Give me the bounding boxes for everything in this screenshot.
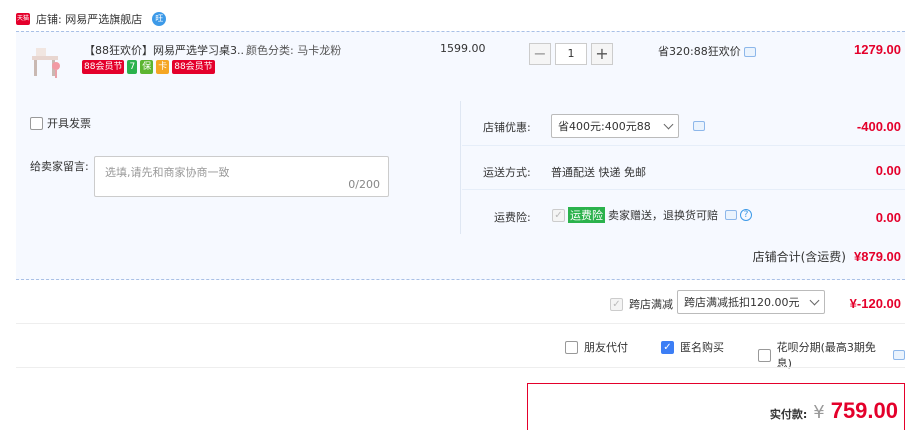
payment-summary: 实付款: ¥ 759.00 [527,383,905,430]
payment-amount: 759.00 [830,398,898,423]
cross-store-amount: ¥-120.00 [849,296,901,311]
shop-coupon-amount: -400.00 [856,119,901,134]
message-textarea[interactable]: 选填,请先和商家协商一致 0/200 [94,156,389,197]
unit-price: 1599.00 [440,42,486,55]
insurance-tag: 运费险 [568,207,605,223]
quantity-minus-button[interactable]: − [529,43,551,65]
cross-store-checkbox: ✓ [610,297,623,311]
cross-store-option: ✓ 跨店满减 [610,296,673,312]
insurance-checkbox: ✓ [552,208,565,222]
divider [16,367,905,368]
wangwang-chat-icon[interactable]: 旺 [152,12,167,26]
discount-note: 省320:88狂欢价 [658,43,757,59]
shipping-label: 运送方式: [483,166,531,179]
discount-note-text: 省320:88狂欢价 [658,45,741,58]
payment-label: 实付款: [769,408,808,421]
cross-store-value: 跨店满减抵扣120.00元 [684,296,800,309]
message-label: 给卖家留言: [30,160,89,173]
seven-day-return-badge: 7 [127,60,138,74]
invoice-option[interactable]: 开具发票 [30,115,91,131]
divider [462,189,905,190]
product-row: 【88狂欢价】网易严选学习桌3... 88会员节 7 保 卡 88会员节 颜色分… [16,31,905,101]
pay-option-anonymous[interactable]: ✓ 匿名购买 [661,339,724,355]
chevron-down-icon [809,295,820,305]
shop-total-label: 店铺合计(含运费) [752,250,846,264]
member-day-badge-2: 88会员节 [172,60,215,74]
cross-store-label: 跨店满减 [629,298,673,311]
anonymous-checkbox[interactable]: ✓ [661,340,674,354]
product-option: 颜色分类: 马卡龙粉 [246,44,342,57]
message-placeholder: 选填,请先和商家协商一致 [105,166,230,179]
chevron-down-icon [663,119,674,129]
item-subtotal: 1279.00 [854,42,901,57]
message-counter: 0/200 [348,178,380,191]
invoice-checkbox[interactable] [30,116,43,130]
message-icon[interactable] [744,47,757,57]
shop-name[interactable]: 店铺: 网易严选旗舰店 [36,11,142,27]
product-badges: 88会员节 7 保 卡 88会员节 [82,60,215,74]
shipping-value: 普通配送 快递 免邮 [551,166,646,179]
product-thumbnail[interactable] [30,44,62,84]
pay-option-friend[interactable]: 朋友代付 [565,339,628,355]
coupon-info-icon[interactable] [693,121,705,131]
shop-total-row: 店铺合计(含运费) ¥879.00 [16,234,905,280]
divider [462,145,905,146]
shop-coupon-label: 店铺优惠: [483,121,531,134]
cross-store-select[interactable]: 跨店满减抵扣120.00元 [677,290,825,314]
shop-coupon-value: 省400元:400元88 [558,120,651,133]
friend-pay-checkbox[interactable] [565,340,578,354]
insurance-desc: 卖家赠送，退换货可赔 [608,209,718,222]
member-day-badge: 88会员节 [82,60,125,74]
message-icon[interactable] [725,210,737,220]
divider [16,323,905,324]
huabei-checkbox[interactable] [758,348,771,362]
card-payment-badge: 卡 [156,60,170,74]
guarantee-badge: 保 [140,60,154,74]
options-left-panel: 开具发票 给卖家留言: 选填,请先和商家协商一致 0/200 [16,101,461,234]
payment-currency: ¥ [813,402,825,423]
shop-header: 天猫 店铺: 网易严选旗舰店 旺 [16,8,167,30]
help-icon[interactable]: ? [740,209,752,221]
insurance-amount: 0.00 [875,210,901,225]
anonymous-label: 匿名购买 [680,341,724,354]
tmall-logo-icon: 天猫 [16,13,30,25]
quantity-stepper: − 1 + [529,43,613,65]
product-title[interactable]: 【88狂欢价】网易严选学习桌3... [84,42,244,58]
shop-coupon-select[interactable]: 省400元:400元88 [551,114,679,138]
quantity-plus-button[interactable]: + [591,43,613,65]
order-options: 开具发票 给卖家留言: 选填,请先和商家协商一致 0/200 店铺优惠: 省40… [16,101,905,234]
shop-total-amount: ¥879.00 [854,249,901,264]
insurance-option: ✓ 运费险 卖家赠送，退换货可赔 ? [552,207,752,223]
quantity-input[interactable]: 1 [555,43,587,65]
shipping-amount: 0.00 [875,163,901,178]
message-icon[interactable] [893,350,905,360]
friend-pay-label: 朋友代付 [584,341,628,354]
invoice-label: 开具发票 [47,117,91,130]
insurance-label: 运费险: [494,211,531,224]
